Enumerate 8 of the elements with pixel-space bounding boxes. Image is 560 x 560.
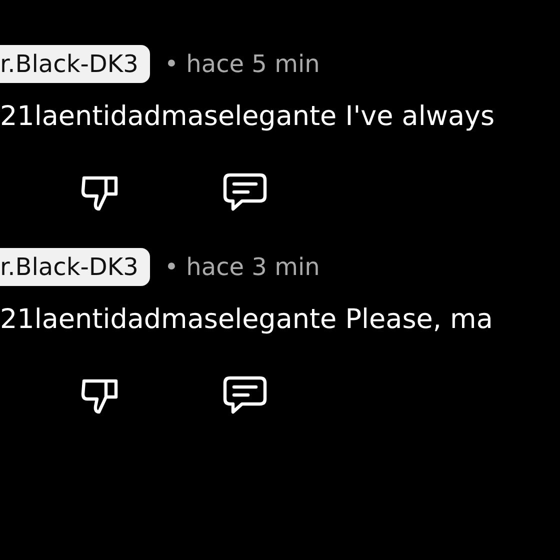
comment-icon[interactable] <box>222 375 268 415</box>
comment-time: • hace 3 min <box>164 253 320 281</box>
comment-text: 21laentidadmaselegante Please, ma <box>0 303 494 337</box>
comment-text: 21laentidadmaselegante I've always <box>0 100 496 134</box>
comment-time: • hace 5 min <box>164 50 320 78</box>
comment-icon[interactable] <box>222 172 268 212</box>
author-name[interactable]: r.Black-DK3 <box>0 45 150 83</box>
author-name[interactable]: r.Black-DK3 <box>0 248 150 286</box>
